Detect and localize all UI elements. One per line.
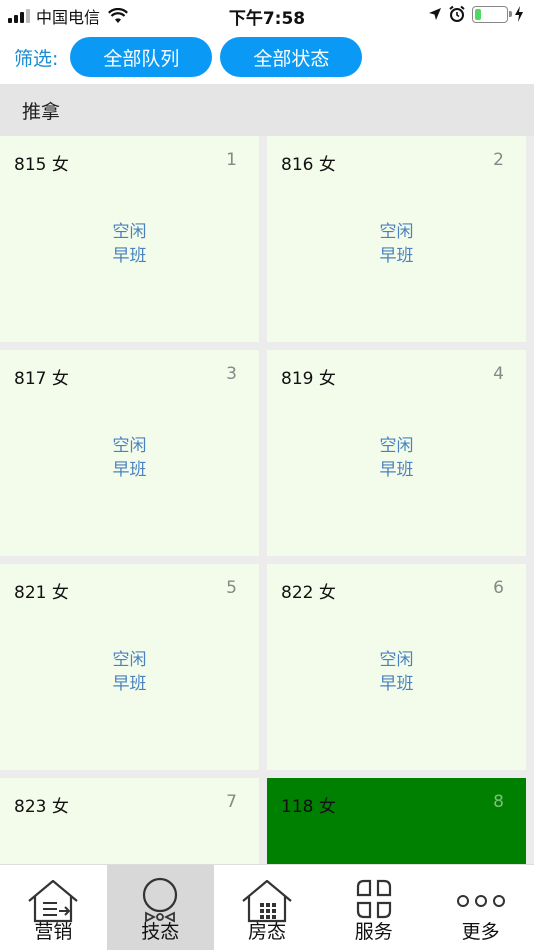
card-status: 空闲 bbox=[112, 222, 147, 242]
card-status-block: 空闲 早班 bbox=[0, 648, 259, 696]
card-status: 空闲 bbox=[379, 650, 414, 670]
service-icon bbox=[356, 879, 391, 919]
card-title: 816 女 bbox=[281, 155, 336, 175]
card-index: 8 bbox=[493, 792, 504, 812]
status-bar: 中国电信 下午7:58 bbox=[0, 0, 534, 30]
card-status-block: 空闲 早班 bbox=[267, 220, 526, 268]
card-title: 821 女 bbox=[14, 583, 69, 603]
filter-bar: 筛选: 全部队列 全部状态 bbox=[0, 34, 534, 80]
card-title: 815 女 bbox=[14, 155, 69, 175]
tab-bar: 营销 技态 房态 服务 更多 bbox=[0, 864, 534, 950]
technician-card[interactable]: 821 女 5 空闲 早班 bbox=[0, 564, 259, 770]
signal-icon bbox=[8, 9, 30, 23]
battery-icon bbox=[472, 5, 512, 23]
card-status-block: 空闲 早班 bbox=[267, 648, 526, 696]
card-status: 空闲 bbox=[112, 436, 147, 456]
card-index: 1 bbox=[226, 150, 237, 170]
technician-card[interactable]: 815 女 1 空闲 早班 bbox=[0, 136, 259, 342]
technician-card[interactable]: 822 女 6 空闲 早班 bbox=[267, 564, 526, 770]
tab-service[interactable]: 服务 bbox=[320, 865, 427, 950]
section-header: 推拿 bbox=[0, 84, 534, 136]
status-filter-button[interactable]: 全部状态 bbox=[220, 37, 363, 77]
card-title: 823 女 bbox=[14, 797, 69, 817]
wifi-icon bbox=[108, 8, 128, 23]
technician-card[interactable]: 816 女 2 空闲 早班 bbox=[267, 136, 526, 342]
room-status-icon bbox=[242, 879, 292, 923]
marketing-house-icon bbox=[28, 879, 79, 923]
card-shift: 早班 bbox=[112, 674, 147, 694]
location-arrow-icon bbox=[429, 8, 441, 20]
card-title: 822 女 bbox=[281, 583, 336, 603]
card-status-block: 空闲 早班 bbox=[0, 220, 259, 268]
technician-card[interactable]: 823 女 7 bbox=[0, 778, 259, 864]
technician-grid: 815 女 1 空闲 早班 816 女 2 空闲 早班 817 女 3 空闲 早… bbox=[0, 136, 534, 864]
card-shift: 早班 bbox=[379, 246, 414, 266]
card-index: 3 bbox=[226, 364, 237, 384]
card-index: 7 bbox=[226, 792, 237, 812]
card-title: 817 女 bbox=[14, 369, 69, 389]
alarm-icon bbox=[449, 5, 465, 22]
status-left: 中国电信 bbox=[8, 4, 128, 28]
card-index: 2 bbox=[493, 150, 504, 170]
charging-bolt-icon bbox=[515, 6, 523, 22]
card-status: 空闲 bbox=[112, 650, 147, 670]
card-shift: 早班 bbox=[112, 246, 147, 266]
tab-more[interactable]: 更多 bbox=[427, 865, 534, 950]
tab-marketing[interactable]: 营销 bbox=[0, 865, 107, 950]
card-index: 4 bbox=[493, 364, 504, 384]
carrier-name: 中国电信 bbox=[36, 8, 101, 27]
more-dots-icon bbox=[456, 895, 505, 907]
card-status-block: 空闲 早班 bbox=[0, 434, 259, 482]
card-status: 空闲 bbox=[379, 436, 414, 456]
card-status: 空闲 bbox=[379, 222, 414, 242]
card-shift: 早班 bbox=[379, 674, 414, 694]
section-title: 推拿 bbox=[22, 100, 61, 123]
technician-card[interactable]: 819 女 4 空闲 早班 bbox=[267, 350, 526, 556]
filter-label: 筛选: bbox=[14, 47, 59, 70]
technician-status-icon bbox=[143, 877, 178, 923]
card-index: 5 bbox=[226, 578, 237, 598]
card-title: 819 女 bbox=[281, 369, 336, 389]
technician-card[interactable]: 817 女 3 空闲 早班 bbox=[0, 350, 259, 556]
card-shift: 早班 bbox=[112, 460, 147, 480]
technician-card-busy[interactable]: 118 女 8 bbox=[267, 778, 526, 864]
card-status-block: 空闲 早班 bbox=[267, 434, 526, 482]
card-title: 118 女 bbox=[281, 797, 336, 817]
tab-technician-status[interactable]: 技态 bbox=[106, 865, 214, 950]
tab-room-status[interactable]: 房态 bbox=[214, 865, 321, 950]
status-right bbox=[428, 5, 524, 23]
queue-filter-button[interactable]: 全部队列 bbox=[70, 37, 213, 77]
card-index: 6 bbox=[493, 578, 504, 598]
card-shift: 早班 bbox=[379, 460, 414, 480]
